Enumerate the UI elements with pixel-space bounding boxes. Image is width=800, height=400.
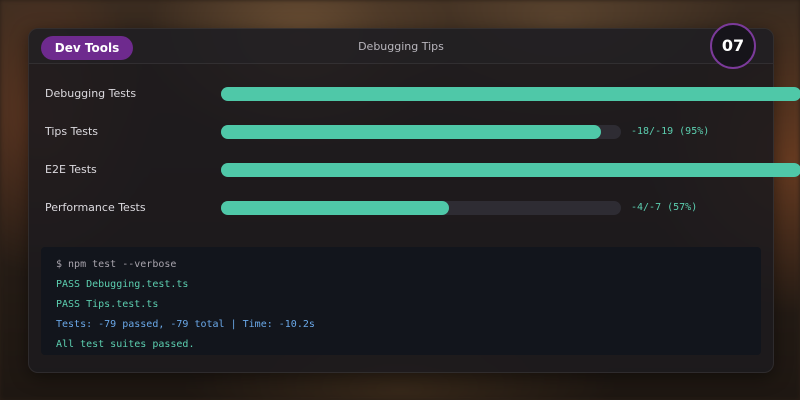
- terminal-result-line: All test suites passed.: [56, 339, 195, 350]
- terminal-summary-line: Tests: -79 passed, -79 total | Time: -10…: [56, 319, 315, 330]
- test-row-tips: Tips Tests -18/-19 (95%): [29, 122, 800, 142]
- progress-track: [221, 87, 800, 101]
- progress-fill: [221, 87, 800, 101]
- progress-track: [221, 163, 800, 177]
- test-row-debugging: Debugging Tests: [29, 84, 800, 104]
- terminal-command-line: $ npm test --verbose: [56, 259, 177, 270]
- terminal-pass-line: PASS Tips.test.ts: [56, 299, 159, 310]
- panel-header: Dev Tools Debugging Tips: [29, 29, 773, 64]
- test-stat: -4/-7 (57%): [631, 202, 698, 213]
- test-row-e2e: E2E Tests: [29, 160, 800, 180]
- test-label: E2E Tests: [45, 163, 97, 176]
- test-row-performance: Performance Tests -4/-7 (57%): [29, 198, 800, 218]
- terminal-output[interactable]: $ npm test --verbose PASS Debugging.test…: [41, 247, 761, 355]
- test-panel: Dev Tools Debugging Tips 07 Debugging Te…: [28, 23, 800, 373]
- progress-track: [221, 125, 621, 139]
- progress-fill: [221, 125, 601, 139]
- test-label: Performance Tests: [45, 201, 146, 214]
- progress-fill: [221, 163, 800, 177]
- progress-fill: [221, 201, 449, 215]
- progress-track: [221, 201, 621, 215]
- terminal-pass-line: PASS Debugging.test.ts: [56, 279, 189, 290]
- test-label: Tips Tests: [45, 125, 99, 138]
- test-stat: -18/-19 (95%): [631, 126, 710, 137]
- panel-title: Debugging Tips: [358, 40, 444, 53]
- test-label: Debugging Tests: [45, 87, 137, 100]
- step-number-badge: 07: [710, 23, 756, 69]
